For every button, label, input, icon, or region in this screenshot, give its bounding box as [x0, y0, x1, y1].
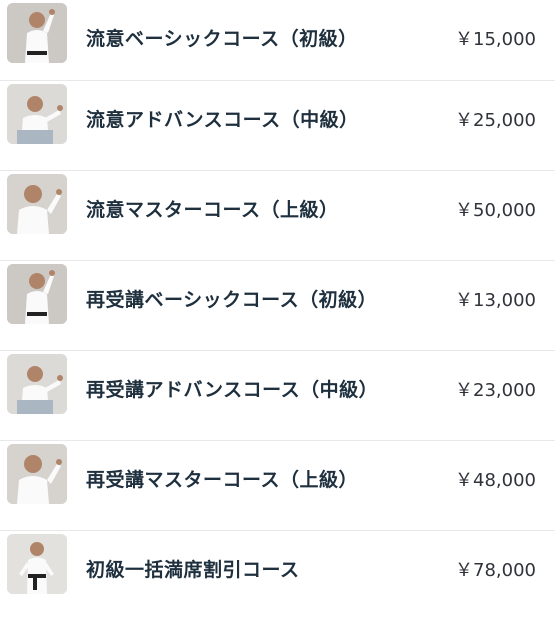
- course-price: ￥25,000: [455, 110, 536, 131]
- instructor-photo: [7, 264, 67, 324]
- course-item[interactable]: 再受講アドバンスコース（中級） ￥23,000: [0, 351, 555, 441]
- course-price: ￥23,000: [455, 380, 536, 401]
- instructor-photo: [7, 444, 67, 504]
- course-list: 流意ベーシックコース（初級） ￥15,000 流意アドバンスコース（中級） ￥2…: [0, 0, 555, 621]
- course-item[interactable]: 再受講マスターコース（上級） ￥48,000: [0, 441, 555, 531]
- course-name: 流意アドバンスコース（中級）: [86, 109, 359, 131]
- course-price: ￥48,000: [455, 470, 536, 491]
- course-name: 初級一括満席割引コース: [86, 559, 300, 581]
- course-item[interactable]: 流意ベーシックコース（初級） ￥15,000: [0, 0, 555, 81]
- course-name: 再受講ベーシックコース（初級）: [86, 289, 378, 311]
- course-name: 流意ベーシックコース（初級）: [86, 28, 358, 50]
- course-name: 再受講マスターコース（上級）: [86, 469, 359, 491]
- course-price: ￥15,000: [455, 29, 536, 50]
- instructor-photo: [7, 84, 67, 144]
- instructor-photo: [7, 354, 67, 414]
- instructor-photo: [7, 3, 67, 63]
- course-item[interactable]: 流意アドバンスコース（中級） ￥25,000: [0, 81, 555, 171]
- course-price: ￥78,000: [455, 560, 536, 581]
- course-name: 再受講アドバンスコース（中級）: [86, 379, 379, 401]
- course-price: ￥50,000: [455, 200, 536, 221]
- course-item[interactable]: 初級一括満席割引コース ￥78,000: [0, 531, 555, 621]
- course-name: 流意マスターコース（上級）: [86, 199, 339, 221]
- course-price: ￥13,000: [455, 290, 536, 311]
- course-item[interactable]: 流意マスターコース（上級） ￥50,000: [0, 171, 555, 261]
- instructor-photo: [7, 534, 67, 594]
- course-item[interactable]: 再受講ベーシックコース（初級） ￥13,000: [0, 261, 555, 351]
- instructor-photo: [7, 174, 67, 234]
